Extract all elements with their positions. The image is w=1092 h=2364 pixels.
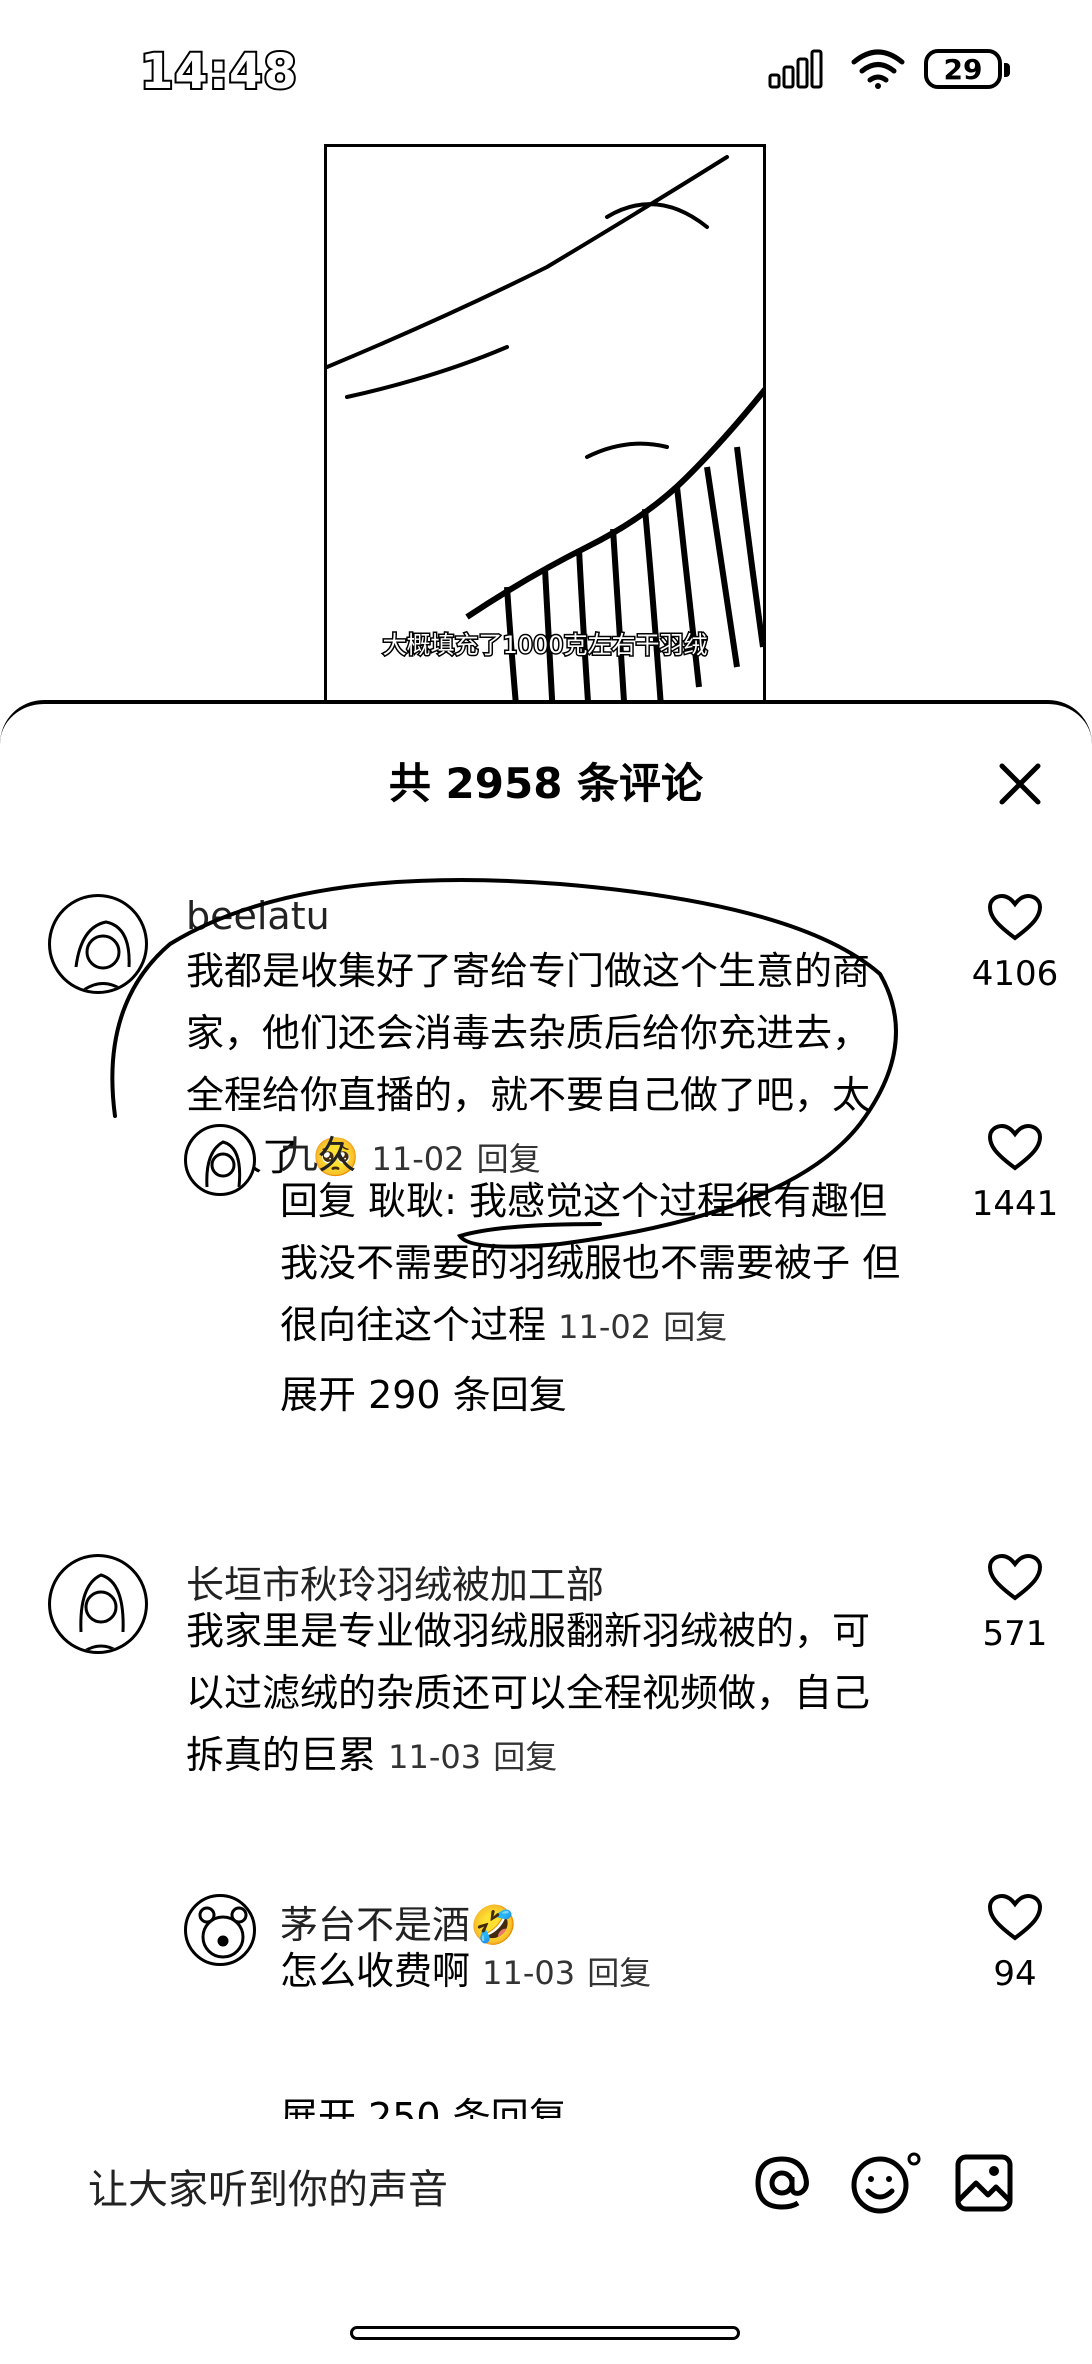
comment-list[interactable]: beelatu 我都是收集好了寄给专门做这个生意的商家，他们还会消毒去杂质后给你… <box>0 854 1092 2119</box>
like-count: 94 <box>993 1954 1037 1994</box>
like-count: 571 <box>982 1614 1048 1654</box>
like-button[interactable]: 4106 <box>970 893 1060 994</box>
like-button[interactable]: 1441 <box>970 1123 1060 1224</box>
reply-text[interactable]: 回复 耿耿: 我感觉这个过程很有趣但我没不需要的羽绒服也不需要被子 但很向往这个… <box>280 1170 920 1358</box>
battery-level: 29 <box>943 52 983 86</box>
like-button[interactable]: 94 <box>970 1893 1060 1994</box>
reply-body: 怎么收费啊 <box>280 1949 471 1993</box>
reply-date: 11-03 <box>482 1954 576 1992</box>
reply-button[interactable]: 回复 <box>493 1738 557 1776</box>
like-button[interactable]: 571 <box>970 1553 1060 1654</box>
comment-date: 11-03 <box>388 1738 482 1776</box>
comment-input[interactable]: 让大家听到你的声音 <box>88 2157 448 2215</box>
comment-input-bar: 让大家听到你的声音 <box>0 2125 1092 2245</box>
status-icons: 29 <box>768 48 1010 90</box>
home-indicator[interactable] <box>350 2326 740 2340</box>
expand-replies-button[interactable]: 展开 290 条回复 <box>280 1364 567 1419</box>
signal-icon <box>768 49 823 89</box>
expand-replies-button[interactable]: 展开 250 条回复 <box>280 2086 567 2119</box>
video-caption: 大概填充了1000克左右干羽绒 <box>381 630 709 661</box>
battery-icon: 29 <box>924 49 1010 89</box>
heart-icon <box>987 1553 1043 1601</box>
image-icon[interactable] <box>952 2151 1016 2215</box>
reply-date: 11-02 <box>558 1308 652 1346</box>
status-bar: 14:48 29 <box>0 0 1092 140</box>
close-icon[interactable] <box>992 756 1048 812</box>
avatar-portrait <box>198 1906 248 1959</box>
heart-icon <box>987 1123 1043 1171</box>
comment-text[interactable]: 我家里是专业做羽绒服翻新羽绒被的，可以过滤绒的杂质还可以全程视频做，自己拆真的巨… <box>186 1600 886 1788</box>
sheet-header: 共 2958 条评论 <box>0 704 1092 854</box>
comment-username[interactable]: beelatu <box>186 894 330 938</box>
avatar[interactable] <box>48 1554 148 1654</box>
wifi-icon <box>851 49 905 89</box>
reply-button[interactable]: 回复 <box>587 1954 651 1992</box>
video-preview[interactable]: 大概填充了1000克左右干羽绒 <box>324 144 766 714</box>
avatar-portrait <box>79 1573 125 1651</box>
status-time: 14:48 <box>138 42 299 102</box>
like-count: 1441 <box>971 1184 1059 1224</box>
reply-text[interactable]: 怎么收费啊 11-03 回复 <box>280 1940 920 2004</box>
comment-sheet: 共 2958 条评论 beelatu 我都是收集好了寄给专门做这个生意的商家，他… <box>0 700 1092 2364</box>
comment-count-title: 共 2958 条评论 <box>388 759 704 808</box>
heart-icon <box>987 893 1043 941</box>
avatar[interactable] <box>48 894 148 994</box>
reply-button[interactable]: 回复 <box>663 1308 727 1346</box>
heart-icon <box>987 1893 1043 1941</box>
like-count: 4106 <box>971 954 1059 994</box>
avatar-portrait <box>74 920 131 991</box>
at-icon[interactable] <box>750 2151 814 2215</box>
avatar[interactable] <box>184 1894 256 1966</box>
emoji-icon[interactable] <box>850 2151 922 2215</box>
avatar[interactable] <box>184 1124 256 1196</box>
